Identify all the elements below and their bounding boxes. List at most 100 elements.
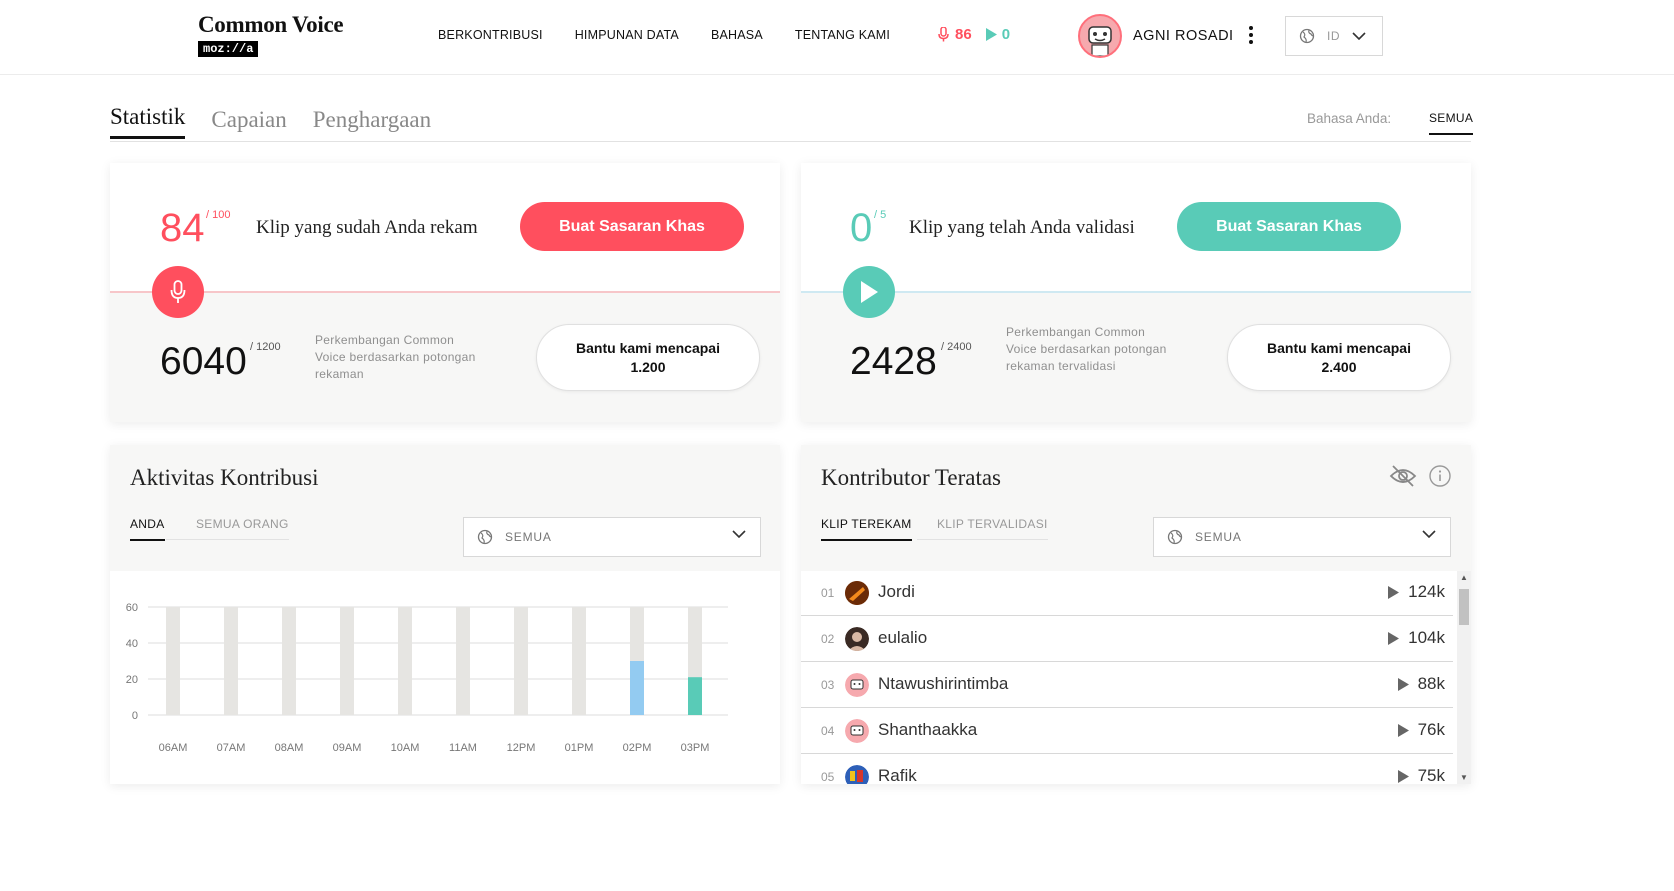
leaderboard-row: 03 Ntawushirintimba 88k	[801, 663, 1453, 708]
record-progress-line	[110, 291, 780, 293]
play-icon	[861, 281, 878, 303]
profile-tabs: Statistik Capaian Penghargaan	[110, 104, 431, 139]
common-voice-logo[interactable]: Common Voice moz://a	[198, 12, 344, 57]
tab-validated-clips[interactable]: KLIP TERVALIDASI	[917, 517, 1048, 540]
contributor-count: 104k	[1388, 628, 1445, 648]
hide-visibility-icon[interactable]	[1389, 464, 1417, 488]
play-icon[interactable]	[1397, 723, 1409, 737]
validate-goal-text: Klip yang telah Anda validasi	[909, 217, 1135, 238]
tab-statistics[interactable]: Statistik	[110, 104, 186, 139]
main-nav: BERKONTRIBUSI HIMPUNAN DATA BAHASA TENTA…	[438, 28, 890, 42]
language-filter-all[interactable]: SEMUA	[1429, 111, 1474, 135]
bar-background	[456, 607, 470, 715]
nav-contribute[interactable]: BERKONTRIBUSI	[438, 28, 543, 42]
robot-avatar-icon	[845, 673, 869, 697]
activity-language-dropdown[interactable]: SEMUA	[463, 517, 761, 557]
contributor-name: eulalio	[878, 628, 928, 647]
play-icon[interactable]	[1388, 585, 1400, 599]
record-goal-text: Klip yang sudah Anda rekam	[256, 217, 478, 238]
leaderboard-list[interactable]: 01 Jordi 124k 02 eulalio 104k 03 Ntawush…	[801, 571, 1471, 784]
row-rank: 03	[821, 678, 835, 692]
contributor-name: Ntawushirintimba	[878, 674, 1009, 693]
nav-datasets[interactable]: HIMPUNAN DATA	[575, 28, 679, 42]
more-menu-icon[interactable]	[1248, 24, 1254, 48]
x-tick-label: 03PM	[681, 742, 710, 754]
set-custom-validate-goal-button[interactable]: Buat Sasaran Khas	[1177, 202, 1401, 251]
leaderboard-title: Kontributor Teratas	[821, 465, 1002, 490]
bar-background	[398, 607, 412, 715]
contributor-count: 88k	[1397, 674, 1445, 694]
set-custom-record-goal-button[interactable]: Buat Sasaran Khas	[520, 202, 744, 251]
activity-dropdown-value: SEMUA	[505, 530, 552, 544]
tab-activity-everyone[interactable]: SEMUA ORANG	[166, 517, 289, 540]
x-tick-label: 07AM	[217, 742, 246, 754]
scroll-thumb[interactable]	[1459, 589, 1469, 625]
globe-icon	[1167, 529, 1183, 545]
scroll-up-arrow-icon[interactable]: ▲	[1460, 573, 1468, 582]
validated-count: 0	[1001, 26, 1011, 43]
help-button-line2: 2.400	[1321, 358, 1357, 375]
tab-awards[interactable]: Penghargaan	[313, 107, 431, 139]
robot-avatar-icon	[1088, 26, 1112, 56]
globe-icon	[1299, 28, 1315, 44]
play-icon[interactable]	[1397, 677, 1409, 691]
count-value: 124k	[1408, 582, 1445, 601]
leaderboard-row: 01 Jordi 124k	[801, 571, 1453, 616]
leaderboard-row: 02 eulalio 104k	[801, 617, 1453, 662]
play-icon[interactable]	[1397, 769, 1409, 783]
leaderboard-scrollbar[interactable]: ▲ ▼	[1457, 571, 1471, 784]
locale-selector[interactable]: ID	[1285, 16, 1383, 56]
leaderboard-row: 05 Rafik 75k	[801, 755, 1453, 784]
top-contributors-card: Kontributor Teratas KLIP TEREKAM KLIP TE…	[801, 445, 1471, 784]
nav-about[interactable]: TENTANG KAMI	[795, 28, 890, 42]
contributor-avatar	[845, 673, 869, 697]
contributor-count: 75k	[1397, 766, 1445, 784]
validate-progress-description: Perkembangan Common Voice berdasarkan po…	[1006, 325, 1167, 373]
contributor-count: 124k	[1388, 582, 1445, 602]
x-tick-label: 12PM	[507, 742, 536, 754]
validate-goal-max: / 5	[874, 209, 887, 221]
help-reach-record-goal-button[interactable]: Bantu kami mencapai 1.200	[536, 324, 760, 391]
contribution-activity-card: Aktivitas Kontribusi ANDA SEMUA ORANG SE…	[110, 445, 780, 784]
tabs-divider	[110, 141, 1471, 142]
contributor-avatar	[845, 581, 869, 605]
top-header: Common Voice moz://a BERKONTRIBUSI HIMPU…	[0, 0, 1674, 75]
activity-title: Aktivitas Kontribusi	[130, 465, 319, 490]
record-mic-button[interactable]	[152, 266, 204, 318]
activity-chart: 0 20 40 60 06AM 07AM 08AM 09AM 10AM 11AM 12PM 01PM 0…	[110, 571, 780, 784]
nav-languages[interactable]: BAHASA	[711, 28, 763, 42]
contributor-name: Shanthaakka	[878, 720, 978, 739]
locale-code: ID	[1327, 29, 1340, 43]
x-tick-label: 11AM	[449, 742, 477, 754]
user-avatar[interactable]	[1078, 14, 1122, 58]
help-reach-validate-goal-button[interactable]: Bantu kami mencapai 2.400	[1227, 324, 1451, 391]
contributor-avatar	[845, 765, 869, 784]
validate-play-button[interactable]	[843, 266, 895, 318]
info-icon[interactable]	[1428, 464, 1452, 488]
help-button-line1: Bantu kami mencapai	[576, 339, 720, 356]
count-value: 104k	[1408, 628, 1445, 647]
x-tick-label: 06AM	[159, 742, 188, 754]
help-button-line1: Bantu kami mencapai	[1267, 339, 1411, 356]
x-tick-label: 09AM	[333, 742, 362, 754]
scroll-down-arrow-icon[interactable]: ▼	[1460, 773, 1468, 782]
play-icon[interactable]	[1388, 631, 1400, 645]
chevron-down-icon	[1352, 32, 1366, 40]
x-tick-label: 01PM	[565, 742, 594, 754]
contribution-counters: 86 0	[938, 26, 1010, 43]
leaderboard-language-dropdown[interactable]: SEMUA	[1153, 517, 1451, 557]
username[interactable]: AGNI ROSADI	[1133, 28, 1234, 44]
microphone-icon	[170, 280, 186, 303]
row-rank: 05	[821, 770, 835, 784]
record-goal-max: / 100	[206, 209, 231, 221]
y-tick-label: 20	[126, 674, 138, 686]
validate-progress-line	[801, 291, 1471, 293]
contributor-name: Rafik	[878, 766, 917, 784]
tab-activity-you[interactable]: ANDA	[130, 517, 165, 541]
validate-goal-card: 0 / 5 Klip yang telah Anda validasi Buat…	[801, 163, 1471, 422]
tab-recorded-clips[interactable]: KLIP TEREKAM	[821, 517, 912, 541]
tab-achievements[interactable]: Capaian	[211, 107, 286, 139]
validate-progress-value: 2428	[850, 340, 937, 383]
chevron-down-icon	[732, 530, 746, 538]
contributor-avatar	[845, 719, 869, 743]
